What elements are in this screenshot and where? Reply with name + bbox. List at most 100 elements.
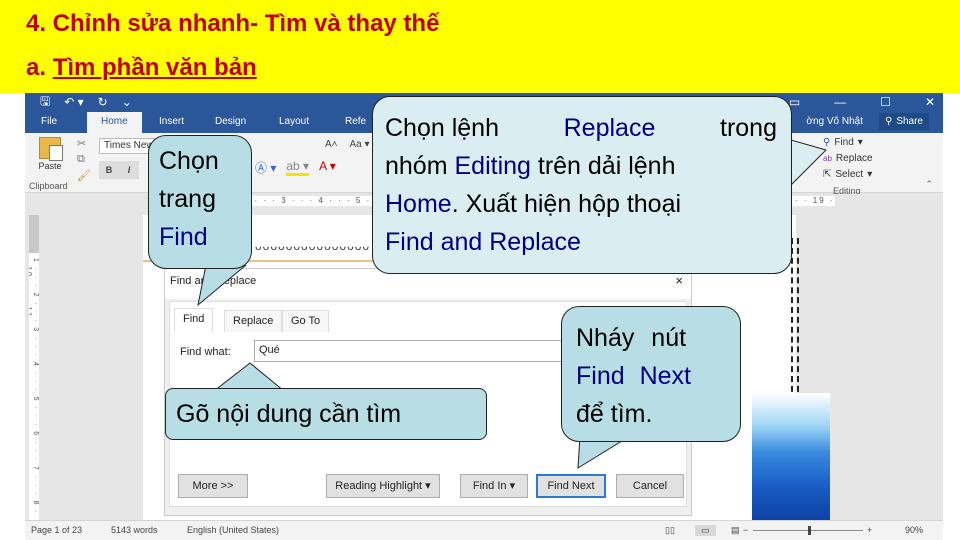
word-count[interactable]: 5143 words <box>111 525 158 535</box>
chevron-down-icon: ▾ <box>867 169 873 180</box>
tab-references[interactable]: Refe <box>345 116 366 127</box>
callout-line: để tìm. <box>576 400 653 428</box>
minimize-button[interactable]: — <box>834 95 846 109</box>
tab-design[interactable]: Design <box>215 116 246 127</box>
callout-highlight: Find <box>159 223 208 251</box>
callout-line: nhóm Editing trên dải lệnh <box>385 147 777 185</box>
text-effects-icon[interactable]: Ⓐ ▾ <box>255 159 276 176</box>
zoom-slider-thumb[interactable] <box>808 526 811 535</box>
reading-highlight-button[interactable]: Reading Highlight ▾ <box>326 474 440 498</box>
callout-line: Home. Xuất hiện hộp thoại <box>385 185 777 223</box>
slide-subheading: a. Tìm phần văn bản <box>26 54 257 82</box>
callout-tail-find-tab <box>197 265 247 307</box>
dialog-close-button[interactable]: × <box>675 273 683 288</box>
user-name[interactable]: ờng Võ Nhật <box>806 116 863 127</box>
web-layout-icon[interactable]: ▤ <box>731 525 740 536</box>
font-style-buttons: B I <box>99 161 139 179</box>
font-color-icon[interactable]: A ▾ <box>319 159 336 176</box>
page-count[interactable]: Page 1 of 23 <box>31 525 82 535</box>
highlight-color-icon[interactable]: ab ▾ <box>286 159 310 176</box>
background-image <box>752 393 830 523</box>
replace-button[interactable]: ab Replace <box>823 151 873 167</box>
maximize-button[interactable]: ☐ <box>880 95 891 109</box>
format-painter-icon[interactable]: 🖌 <box>77 169 91 182</box>
callout-highlight: Replace <box>563 114 656 142</box>
text: nhóm <box>385 152 455 180</box>
read-mode-icon[interactable]: ▯▯ <box>665 525 675 536</box>
subheading-prefix: a. <box>26 54 53 81</box>
page-border-pattern: ᴗᴗᴗᴗᴗᴗᴗᴗᴗᴗᴗᴗᴗᴗᴗ <box>255 239 371 253</box>
slide-title-banner: 4. Chỉnh sửa nhanh- Tìm và thay thế a. T… <box>0 0 960 93</box>
language-status[interactable]: English (United States) <box>187 525 279 535</box>
tab-home[interactable]: Home <box>87 112 142 133</box>
callout-line: Chọn <box>159 147 219 175</box>
ruler-margin-shade <box>29 215 39 253</box>
ruler-h-labels: · 2 · · · 3 · · · 4 · · · 5 · <box>235 196 372 205</box>
find-button[interactable]: ⚲ Find ▾ <box>823 135 873 151</box>
find-in-button[interactable]: Find In ▾ <box>460 474 528 498</box>
tab-insert[interactable]: Insert <box>159 116 184 127</box>
share-button[interactable]: ⚲ Share <box>878 113 929 130</box>
select-label: Select <box>835 169 864 180</box>
find-what-label: Find what: <box>180 346 231 358</box>
dialog-tab-goto[interactable]: Go To <box>282 310 330 332</box>
bold-button[interactable]: B <box>99 161 119 179</box>
cut-icon[interactable]: ✂ <box>77 137 91 150</box>
undo-icon[interactable]: ↶ ▾ <box>64 95 83 109</box>
quick-access-toolbar: 🖫 ↶ ▾ ↻ ⌄ <box>40 93 132 111</box>
copy-icon[interactable]: ⧉ <box>77 153 91 166</box>
callout-choose-find-tab: Chọn trang Find <box>148 135 252 269</box>
callout-line: trang <box>159 185 216 213</box>
print-layout-icon[interactable]: ▭ <box>695 525 716 536</box>
tab-layout[interactable]: Layout <box>279 116 309 127</box>
clipboard-paste-icon <box>39 137 63 161</box>
clipboard-group-label: Clipboard <box>29 181 68 191</box>
paste-label: Paste <box>38 161 62 171</box>
find-label: Find <box>834 137 854 148</box>
window-controls: ▭ — ☐ ✕ <box>789 93 935 111</box>
slide-heading: 4. Chỉnh sửa nhanh- Tìm và thay thế <box>26 10 440 37</box>
zoom-level[interactable]: 90% <box>905 525 923 535</box>
font-format-icons: Ⓐ ▾ ab ▾ A ▾ <box>255 159 336 176</box>
callout-replace-command: Chọn lệnh Replace trong nhóm Editing trê… <box>372 96 792 274</box>
italic-button[interactable]: I <box>119 161 139 179</box>
find-next-button[interactable]: Find Next <box>536 474 606 498</box>
paste-button[interactable]: Paste <box>35 137 65 171</box>
editing-group: ⚲ Find ▾ ab Replace ⇱ Select ▾ Editing <box>823 135 873 199</box>
chevron-down-icon: ▾ <box>857 137 863 148</box>
dialog-tab-replace[interactable]: Replace <box>224 310 283 332</box>
callout-highlight: Home <box>385 190 452 218</box>
change-case-icon[interactable]: Aa ▾ <box>350 139 370 150</box>
share-label: Share <box>896 116 923 127</box>
callout-highlight: Editing <box>454 152 531 180</box>
tab-file[interactable]: File <box>41 116 57 127</box>
grow-font-icon[interactable]: A˄ <box>325 139 338 150</box>
ruler-h-right-labels: · · 19 · <box>795 196 835 205</box>
clipboard-small-buttons: ✂ ⧉ 🖌 <box>77 137 91 182</box>
redo-icon[interactable]: ↻ <box>98 95 108 109</box>
callout-line: Nháy nút <box>576 324 687 352</box>
zoom-out-button[interactable]: − <box>743 525 748 535</box>
callout-highlight: Find and Replace <box>385 228 581 256</box>
select-button[interactable]: ⇱ Select ▾ <box>823 167 873 183</box>
vertical-ruler[interactable]: · 1 · · · 1 · · · 2 · · · 3 · · · 4 · · … <box>29 215 39 520</box>
collapse-ribbon-icon[interactable]: ⌃ <box>925 179 933 190</box>
save-icon[interactable]: 🖫 <box>40 93 50 113</box>
text: trên dải lệnh <box>530 152 676 180</box>
ruler-v-labels: · 1 · · · 1 · · · 2 · · · 3 · · · 4 · · … <box>29 215 39 515</box>
text: trong <box>720 114 777 142</box>
more-button[interactable]: More >> <box>178 474 248 498</box>
status-bar: Page 1 of 23 5143 words English (United … <box>25 520 943 540</box>
callout-type-content: Gõ nội dung cần tìm <box>165 388 487 440</box>
close-button[interactable]: ✕ <box>925 95 935 109</box>
share-person-icon: ⚲ <box>884 116 893 127</box>
cancel-button[interactable]: Cancel <box>616 474 684 498</box>
dialog-tab-find[interactable]: Find <box>174 308 214 332</box>
callout-line: Chọn lệnh Replace trong <box>385 109 777 147</box>
customize-qat-icon[interactable]: ⌄ <box>122 95 132 109</box>
callout-tail-type-content <box>214 362 285 391</box>
subheading-text: Tìm phần văn bản <box>52 54 257 81</box>
text: . Xuất hiện hộp thoại <box>451 190 682 218</box>
zoom-in-button[interactable]: + <box>867 525 872 535</box>
zoom-slider[interactable] <box>753 526 863 535</box>
